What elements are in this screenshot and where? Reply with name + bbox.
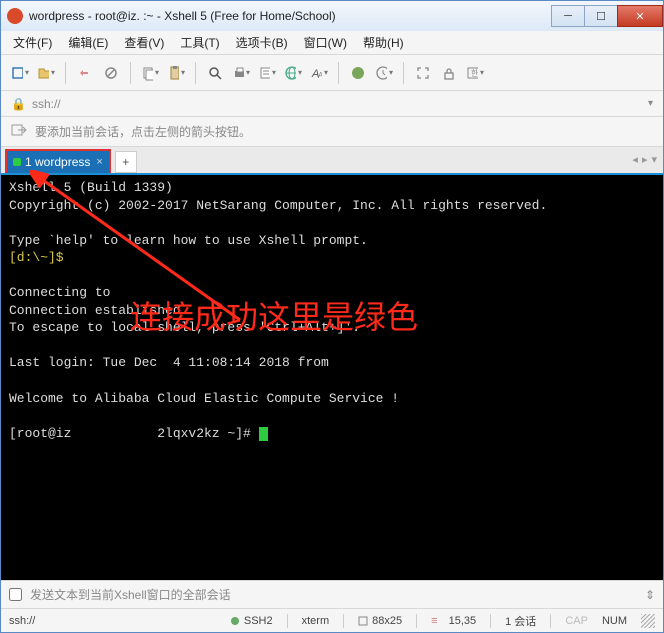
term-line: Xshell 5 (Build 1339) (9, 180, 173, 195)
tab-prev-icon[interactable]: ◂ (632, 153, 638, 166)
separator (195, 62, 196, 84)
status-ssh: ssh:// (9, 615, 35, 627)
app-icon (7, 8, 23, 24)
term-line: Copyright (c) 2002-2017 NetSarang Comput… (9, 198, 547, 213)
toolbar: AA 한 (1, 55, 663, 91)
separator (338, 62, 339, 84)
app-window: wordpress - root@iz. :~ - Xshell 5 (Free… (0, 0, 664, 633)
tab-next-icon[interactable]: ▸ (642, 153, 648, 166)
term-line: Connection established. (9, 303, 188, 318)
menu-window[interactable]: 窗口(W) (298, 32, 353, 53)
terminal[interactable]: Xshell 5 (Build 1339) Copyright (c) 2002… (1, 175, 663, 580)
globe-button[interactable] (284, 64, 302, 82)
status-cap: CAP (565, 615, 588, 627)
status-proto: SSH2 (230, 615, 273, 627)
term-line: Welcome to Alibaba Cloud Elastic Compute… (9, 391, 399, 406)
hint-text: 要添加当前会话，点击左侧的箭头按钮。 (35, 123, 251, 140)
session-tab[interactable]: 1 wordpress × (5, 149, 111, 173)
menu-view[interactable]: 查看(V) (118, 32, 170, 53)
paste-button[interactable] (167, 64, 185, 82)
svg-text:한: 한 (471, 69, 478, 78)
new-tab-button[interactable]: + (115, 151, 137, 173)
term-line: Last login: Tue Dec 4 11:08:14 2018 from (9, 355, 329, 370)
send-placeholder[interactable]: 发送文本到当前Xshell窗口的全部会话 (30, 586, 639, 603)
term-prompt: [root@iz 2lqxv2kz ~]# (9, 426, 259, 441)
send-bar: 发送文本到当前Xshell窗口的全部会话 ⇕ (1, 580, 663, 608)
status-size: 88x25 (358, 615, 402, 627)
titlebar[interactable]: wordpress - root@iz. :~ - Xshell 5 (Free… (1, 1, 663, 31)
term-line: To escape to local shell, press 'Ctrl+Al… (9, 320, 360, 335)
separator (65, 62, 66, 84)
cursor (259, 427, 268, 441)
window-title: wordpress - root@iz. :~ - Xshell 5 (Free… (29, 9, 552, 23)
menu-tabs[interactable]: 选项卡(B) (230, 32, 294, 53)
open-button[interactable] (37, 64, 55, 82)
hint-bar: 要添加当前会话，点击左侧的箭头按钮。 (1, 117, 663, 147)
tab-nav: ◂ ▸ ▾ (632, 153, 657, 166)
address-bar: 🔒 ssh:// ▾ (1, 91, 663, 117)
add-session-icon[interactable] (11, 123, 27, 140)
address-text[interactable]: ssh:// (32, 97, 642, 111)
print-button[interactable] (232, 64, 250, 82)
address-dropdown[interactable]: ▾ (648, 98, 653, 109)
menu-file[interactable]: 文件(F) (7, 32, 58, 53)
encoding-button[interactable]: 한 (466, 64, 484, 82)
tab-close-icon[interactable]: × (96, 156, 102, 168)
send-all-checkbox[interactable] (9, 588, 22, 601)
connection-indicator-icon (13, 158, 21, 166)
menubar: 文件(F) 编辑(E) 查看(V) 工具(T) 选项卡(B) 窗口(W) 帮助(… (1, 31, 663, 55)
status-bar: ssh:// SSH2 xterm 88x25 ≡ 15,35 1 会话 CAP… (1, 608, 663, 632)
status-pos: ≡ 15,35 (431, 615, 476, 627)
history-button[interactable] (375, 64, 393, 82)
status-num: NUM (602, 615, 627, 627)
term-prompt: [d:\~]$ (9, 250, 64, 265)
term-line: Connecting to (9, 285, 110, 300)
status-sessions: 1 会话 (505, 613, 536, 629)
svg-text:A: A (318, 71, 322, 80)
tab-label: 1 wordpress (25, 155, 90, 169)
search-button[interactable] (206, 64, 224, 82)
separator (403, 62, 404, 84)
tab-bar: 1 wordpress × + ◂ ▸ ▾ (1, 147, 663, 175)
tab-menu-icon[interactable]: ▾ (651, 153, 657, 166)
close-button[interactable]: ✕ (617, 5, 663, 27)
window-controls: ─ ☐ ✕ (552, 5, 663, 27)
menu-tools[interactable]: 工具(T) (174, 32, 225, 53)
lock-button[interactable] (440, 64, 458, 82)
fullscreen-button[interactable] (414, 64, 432, 82)
resize-grip[interactable] (641, 614, 655, 628)
maximize-button[interactable]: ☐ (584, 5, 618, 27)
copy-button[interactable] (141, 64, 159, 82)
status-term: xterm (302, 615, 330, 627)
properties-button[interactable] (258, 64, 276, 82)
term-line: Type `help' to learn how to use Xshell p… (9, 233, 368, 248)
expand-icon[interactable]: ⇕ (645, 588, 655, 602)
new-session-button[interactable] (11, 64, 29, 82)
lock-icon: 🔒 (11, 97, 26, 111)
font-button[interactable]: AA (310, 64, 328, 82)
menu-help[interactable]: 帮助(H) (357, 32, 410, 53)
minimize-button[interactable]: ─ (551, 5, 585, 27)
separator (130, 62, 131, 84)
reconnect-button[interactable] (76, 64, 94, 82)
disconnect-button[interactable] (102, 64, 120, 82)
menu-edit[interactable]: 编辑(E) (62, 32, 114, 53)
color-button[interactable] (349, 64, 367, 82)
